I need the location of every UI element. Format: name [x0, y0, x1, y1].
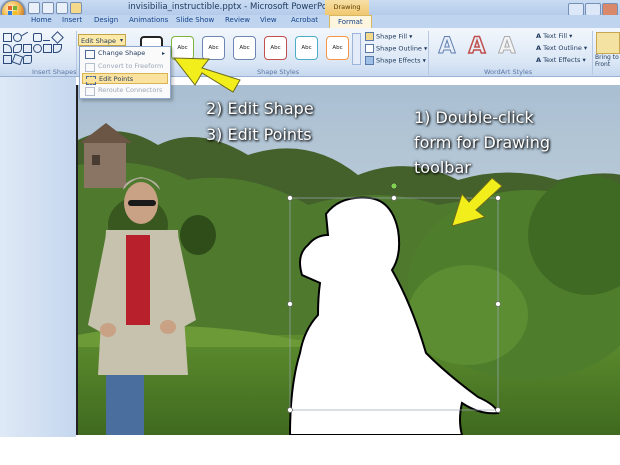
yellow-arrow-icon — [451, 177, 503, 227]
yellow-arrow-icon — [172, 57, 241, 93]
annotation-arrows — [172, 57, 503, 227]
bottom-margin — [0, 437, 620, 465]
